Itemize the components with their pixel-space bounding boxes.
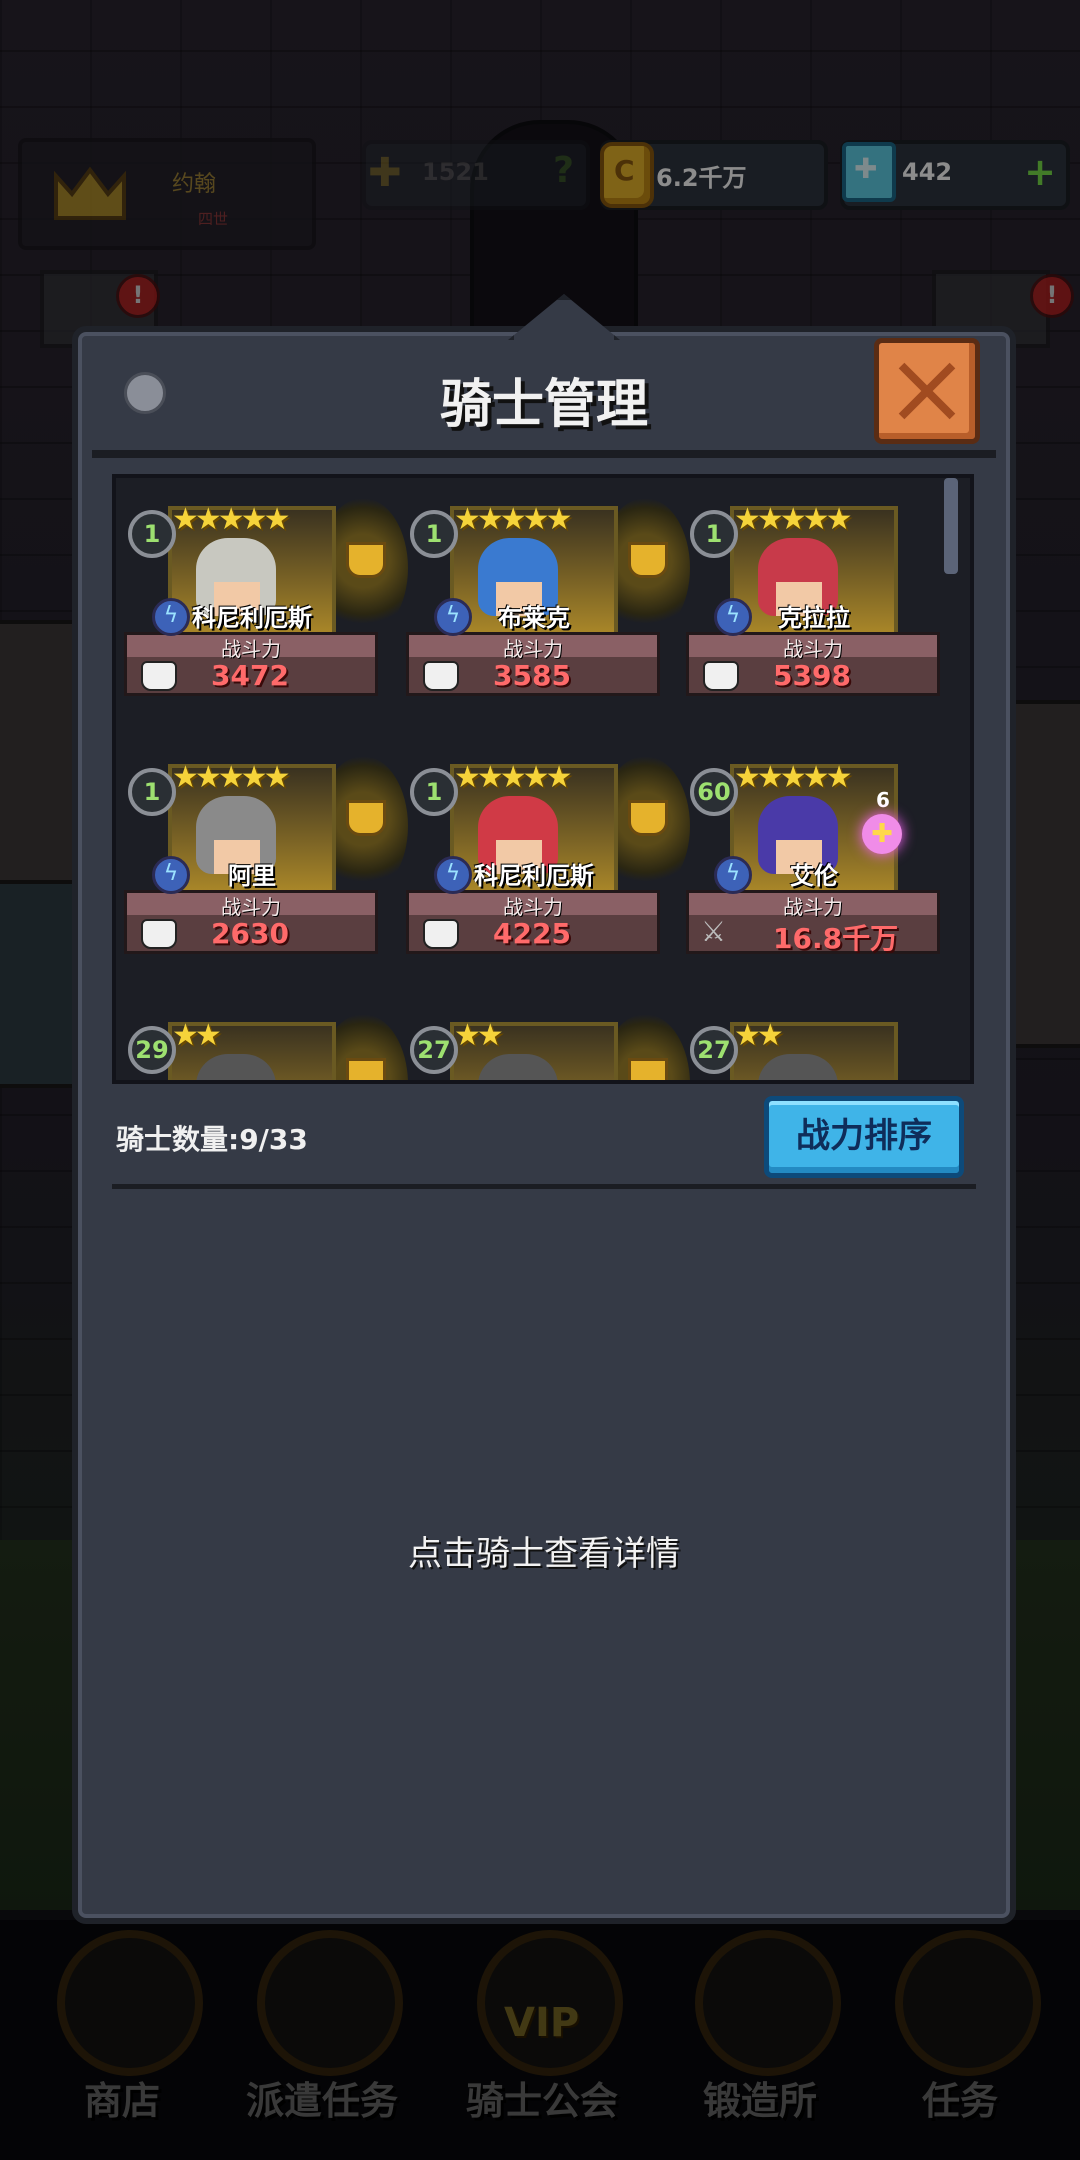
knight-card[interactable]: 1 ★★★★★ ϟ 科尼利厄斯 战斗力 4225 [404,750,660,954]
pot-icon [703,661,739,691]
knight-card[interactable]: 1 ★★★★★ ϟ 科尼利厄斯 战斗力 3472 [122,492,378,696]
combat-power-label: 战斗力 [783,637,843,661]
close-button[interactable] [874,338,980,444]
pot-icon [423,919,459,949]
knight-stars: ★★★★★ [172,502,291,537]
hint-text: 点击骑士查看详情 [408,1534,680,1574]
knight-stars: ★★★★★ [454,502,573,537]
combat-power-label: 战斗力 [221,637,281,661]
combat-power-label: 战斗力 [503,895,563,919]
knight-level: 1 [410,768,458,816]
combat-power-value: 2630 [211,917,289,950]
knight-name: 克拉拉 [778,604,850,632]
knight-level: 1 [128,510,176,558]
knight-management-dialog: 骑士管理 1 ★★★★★ ϟ 科尼利厄斯 战斗力 3472 1 ★★★★★ ϟ 布莱克 战斗力 358… [72,294,1016,1924]
combat-power-value: 16.8千万 [773,922,899,955]
heart-cross-icon: ✚ [862,814,902,854]
knight-card[interactable]: 27 ★★ [684,1008,938,1080]
combat-power-value: 3585 [493,659,571,692]
dialog-title: 骑士管理 [439,375,648,435]
knight-stars: ★★★★★ [734,502,853,537]
knight-name: 科尼利厄斯 [474,862,594,890]
combat-power-bar: 战斗力 5398 [686,632,940,696]
combat-power-bar: 战斗力 4225 [406,890,660,954]
knight-level: 27 [410,1026,458,1074]
knight-level: 1 [410,510,458,558]
bond-count: 6 [876,788,890,812]
divider [92,450,996,458]
knight-level: 27 [690,1026,738,1074]
knight-card[interactable]: 1 ★★★★★ ϟ 克拉拉 战斗力 5398 [684,492,940,696]
knight-stars: ★★★★★ [454,760,573,795]
combat-power-bar: 战斗力 2630 [124,890,378,954]
knight-level: 60 [690,768,738,816]
pot-icon [141,661,177,691]
knight-stars: ★★ [172,1018,222,1053]
knight-count: 骑士数量:9/33 [116,1123,308,1156]
knight-name: 艾伦 [790,862,838,890]
combat-power-value: 3472 [211,659,289,692]
sort-by-power-button[interactable]: 战力排序 [764,1096,964,1178]
divider [112,1184,976,1189]
sword-icon: ⚔ [701,915,727,948]
combat-power-bar: 战斗力 3472 [124,632,378,696]
knight-card[interactable]: 1 ★★★★★ ϟ 阿里 战斗力 2630 [122,750,378,954]
knight-card[interactable]: 27 ★★ [404,1008,658,1080]
combat-power-bar: 战斗力 3585 [406,632,660,696]
knight-stars: ★★ [454,1018,504,1053]
knight-stars: ★★ [734,1018,784,1053]
knight-name: 阿里 [228,862,276,890]
knight-card[interactable]: 1 ★★★★★ ϟ 布莱克 战斗力 3585 [404,492,660,696]
knight-name: 布莱克 [498,604,570,632]
combat-power-value: 5398 [773,659,851,692]
knight-card[interactable]: 29 ★★ [122,1008,376,1080]
combat-power-value: 4225 [493,917,571,950]
pot-icon [423,661,459,691]
combat-power-label: 战斗力 [503,637,563,661]
knight-name: 科尼利厄斯 [192,604,312,632]
knight-card[interactable]: 60 ★★★★★ ϟ 艾伦 战斗力 ⚔ 16.8千万 6 ✚ [684,750,940,955]
combat-power-label: 战斗力 [221,895,281,919]
scrollbar[interactable] [944,478,958,574]
knight-stars: ★★★★★ [172,760,291,795]
pot-icon [141,919,177,949]
knight-grid[interactable]: 1 ★★★★★ ϟ 科尼利厄斯 战斗力 3472 1 ★★★★★ ϟ 布莱克 战斗力 3585 1 ★★★… [112,474,974,1084]
knight-stars: ★★★★★ [734,760,853,795]
combat-power-bar: 战斗力 ⚔ 16.8千万 [686,890,940,955]
knight-level: 29 [128,1026,176,1074]
knight-level: 1 [128,768,176,816]
combat-power-label: 战斗力 [783,895,843,919]
knight-level: 1 [690,510,738,558]
